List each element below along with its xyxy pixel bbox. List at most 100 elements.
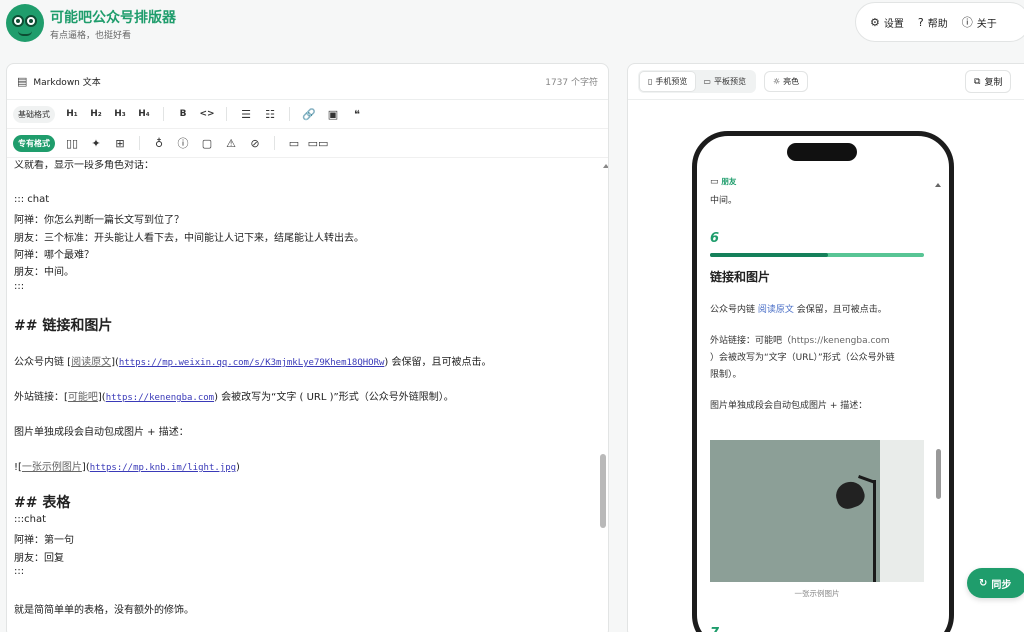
sync-button[interactable]: ↻ 同步 (967, 568, 1024, 598)
text-segment: 外站链接：可能吧（ (710, 336, 792, 346)
preview-link[interactable]: 阅读原文 (758, 305, 794, 315)
tab-phone-preview[interactable]: ▯ 手机预览 (640, 72, 696, 91)
help-label: 帮助 (927, 18, 948, 30)
theme-label: 亮色 (783, 77, 800, 86)
app-subtitle: 有点逼格，也挺好看 (50, 31, 132, 41)
editor-line: 阿禅：哪个最难？ (14, 250, 94, 261)
theme-toggle-button[interactable]: ☼ 亮色 (763, 71, 809, 92)
lightbulb-icon[interactable]: ♁ (148, 133, 170, 153)
link-icon[interactable]: 🔗 (298, 104, 320, 124)
frog-logo (6, 4, 44, 42)
editor-line: 阿禅：第一句 (14, 535, 74, 546)
app-header: 可能吧公众号排版器 有点逼格，也挺好看 ⚙ 设置 ? 帮助 ⓘ 关于 (0, 0, 1024, 62)
basic-format-toolbar: 基础格式 H₁ H₂ H₃ H₄ B <> ☰ ☷ 🔗 ▣ ❝ (7, 100, 608, 129)
editor-line: 朋友：回复 (14, 553, 64, 564)
image-caption: 一张示例图片 (794, 589, 840, 598)
h2-button[interactable]: H₂ (85, 104, 107, 124)
lamp-shade (832, 477, 868, 513)
bullet-list-icon[interactable]: ☰ (235, 104, 257, 124)
lamp-pole (873, 480, 876, 582)
section-title: 链接和图片 (710, 270, 771, 284)
text-segment: 会保留，且可被点击。 (793, 305, 887, 315)
book-icon[interactable]: ▯▯ (61, 133, 83, 153)
text-segment: 公众号内链 (710, 305, 758, 315)
preview-panel: ▯ 手机预览 ▭ 平板预览 ☼ 亮色 ⧉ 复制 ▭ 朋友 中间。 6 链接和图片 公众号… (627, 63, 1024, 632)
sparkle-icon[interactable]: ✦ (85, 133, 107, 153)
text-segment: 公众号内链 [ (14, 357, 72, 368)
toolbar-divider (226, 107, 227, 121)
preview-paragraph: 公众号内链 阅读原文 会保留，且可被点击。 (710, 302, 887, 315)
help-button[interactable]: ? 帮助 (918, 15, 948, 30)
map-icon[interactable]: ⊞ (109, 133, 131, 153)
text-segment: ]( (81, 462, 90, 473)
editor-line: ::: chat (14, 194, 50, 205)
phone-scroll-thumb[interactable] (936, 449, 941, 499)
warning-icon[interactable]: ⚠ (220, 133, 242, 153)
toolbar-divider (139, 136, 140, 150)
quote-icon[interactable]: ❝ (346, 104, 368, 124)
text-segment: ![ (14, 462, 22, 473)
code-button[interactable]: <> (196, 104, 218, 124)
text-segment: ) (236, 462, 240, 473)
preview-paragraph: 外站链接：可能吧（https://kenengba.com (710, 333, 890, 346)
scroll-up-arrow[interactable] (603, 164, 608, 168)
settings-label: 设置 (883, 18, 904, 30)
chat-speaker: ▭ 朋友 (710, 176, 736, 187)
app-title: 可能吧公众号排版器 (50, 10, 176, 26)
ban-icon[interactable]: ⊘ (244, 133, 266, 153)
editor-header: ▤ Markdown 文本 1737 个字符 (7, 64, 608, 100)
editor-line: 义就看，显示一段多角色对话： (14, 160, 154, 171)
markdown-text-area[interactable]: 义就看，显示一段多角色对话： ::: chat 阿禅：你怎么判断一篇长文写到位了… (7, 160, 600, 632)
info-icon[interactable]: ⓘ (172, 133, 194, 153)
multi-chat-icon[interactable]: ▭▭ (307, 133, 329, 153)
bold-button[interactable]: B (172, 104, 194, 124)
editor-line: ::: (14, 281, 25, 292)
lamp-arm (858, 475, 876, 484)
image-icon[interactable]: ▣ (322, 104, 344, 124)
h1-button[interactable]: H₁ (61, 104, 83, 124)
help-icon: ? (917, 15, 924, 29)
editor-line: ![一张示例图片](https://mp.knb.im/light.jpg) (14, 458, 240, 473)
editor-scroll-thumb[interactable] (600, 454, 606, 528)
text-segment: ]( (97, 392, 106, 403)
gear-icon: ⚙ (870, 15, 880, 29)
sync-label: 同步 (991, 579, 1012, 591)
editor-title: Markdown 文本 (33, 78, 101, 88)
editor-line: ::: (14, 566, 25, 577)
image-wall (880, 440, 924, 582)
toolbar-divider (163, 107, 164, 121)
tab-label: 平板预览 (713, 77, 746, 86)
special-format-tag: 专有格式 (13, 134, 55, 152)
file-icon[interactable]: ▢ (196, 133, 218, 153)
numbered-list-icon[interactable]: ☷ (259, 104, 281, 124)
phone-scroll-up-arrow[interactable] (935, 183, 941, 187)
editor-scrollbar[interactable] (599, 161, 608, 632)
top-nav: ⚙ 设置 ? 帮助 ⓘ 关于 (855, 2, 1024, 42)
about-button[interactable]: ⓘ 关于 (962, 14, 997, 30)
phone-frame: ▭ 朋友 中间。 6 链接和图片 公众号内链 阅读原文 会保留，且可被点击。 外… (692, 131, 954, 632)
preview-paragraph: 图片单独成段会自动包成图片 + 描述： (710, 401, 868, 411)
h4-button[interactable]: H₄ (133, 104, 155, 124)
copy-button[interactable]: ⧉ 复制 (965, 70, 1012, 93)
copy-icon: ⧉ (974, 76, 981, 87)
preview-url: https://kenengba.com (791, 336, 890, 346)
toolbar-divider (289, 107, 290, 121)
editor-line: 朋友：三个标准：开头能让人看下去，中间能让人记下来，结尾能让人转出去。 (14, 233, 364, 244)
preview-paragraph: ）会被改写为“文字（URL）”形式（公众号外链 (710, 353, 895, 363)
chat-icon[interactable]: ▭ (283, 133, 305, 153)
phone-content[interactable]: ▭ 朋友 中间。 6 链接和图片 公众号内链 阅读原文 会保留，且可被点击。 外… (697, 136, 949, 632)
settings-button[interactable]: ⚙ 设置 (870, 15, 904, 30)
tab-label: 手机预览 (655, 77, 688, 86)
phone-icon: ▯ (648, 77, 653, 86)
special-format-toolbar: 专有格式 ▯▯ ✦ ⊞ ♁ ⓘ ▢ ⚠ ⊘ ▭ ▭▭ (7, 129, 608, 158)
logo-mouth (18, 31, 32, 36)
editor-line: 就是简简单单的表格，没有额外的修饰。 (14, 605, 194, 616)
tab-tablet-preview[interactable]: ▭ 平板预览 (695, 72, 754, 91)
next-section-number: 7 (710, 626, 719, 632)
preview-paragraph: 限制）。 (710, 370, 742, 380)
link-text: 阅读原文 (71, 357, 112, 368)
text-segment: ]( (111, 357, 119, 368)
copy-label: 复制 (984, 78, 1003, 88)
editor-heading: ## 表格 (14, 495, 71, 511)
h3-button[interactable]: H₃ (109, 104, 131, 124)
